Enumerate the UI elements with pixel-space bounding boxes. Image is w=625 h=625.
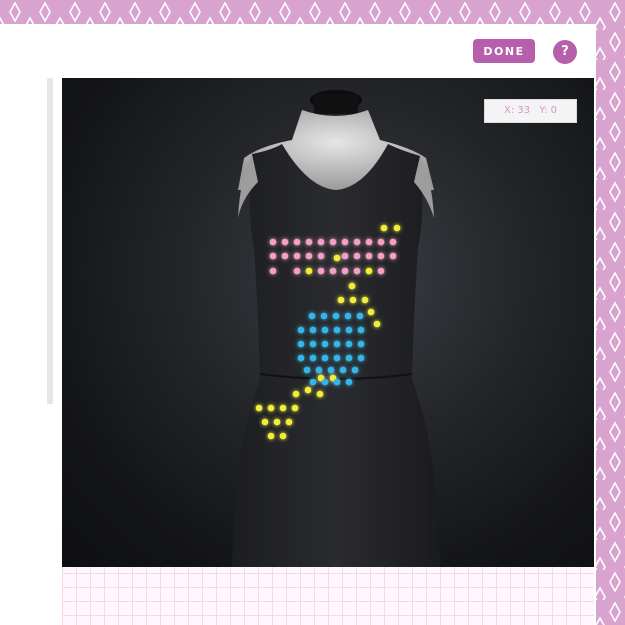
led-dot-yellow: [273, 418, 281, 426]
led-dot-pink: [365, 252, 373, 260]
led-dot-blue: [357, 354, 365, 362]
led-dot-pink: [329, 267, 337, 275]
led-dot-pink: [377, 252, 385, 260]
led-dot-blue: [339, 366, 347, 374]
led-dot-pink: [389, 238, 397, 246]
led-dot-blue: [309, 326, 317, 334]
led-dot-yellow: [305, 267, 313, 275]
led-dot-pink: [305, 238, 313, 246]
led-dot-pink: [317, 267, 325, 275]
led-dot-yellow: [349, 296, 357, 304]
led-dot-blue: [309, 378, 317, 386]
led-dot-blue: [321, 326, 329, 334]
led-dot-blue: [351, 366, 359, 374]
led-dot-blue: [308, 312, 316, 320]
led-dot-pink: [317, 252, 325, 260]
led-dot-pink: [305, 252, 313, 260]
led-dot-blue: [297, 354, 305, 362]
led-dot-blue: [333, 340, 341, 348]
led-dot-blue: [333, 378, 341, 386]
led-dot-pink: [329, 238, 337, 246]
led-dot-pink: [317, 238, 325, 246]
led-dot-blue: [327, 366, 335, 374]
led-dot-yellow: [337, 296, 345, 304]
led-dot-yellow: [279, 404, 287, 412]
coordinate-readout: X: 33 Y: 0: [484, 99, 577, 123]
led-dot-blue: [357, 340, 365, 348]
led-dot-pink: [353, 252, 361, 260]
led-dot-blue: [333, 354, 341, 362]
done-button[interactable]: DONE: [473, 39, 535, 63]
led-dot-pink: [377, 238, 385, 246]
led-dot-blue: [345, 340, 353, 348]
mannequin-icon: [232, 90, 440, 567]
led-dot-pink: [269, 252, 277, 260]
led-dot-blue: [321, 354, 329, 362]
led-dot-blue: [345, 326, 353, 334]
led-dot-blue: [344, 312, 352, 320]
y-coordinate: Y: 0: [539, 105, 557, 116]
led-dot-yellow: [367, 308, 375, 316]
led-dot-blue: [321, 378, 329, 386]
led-dot-yellow: [285, 418, 293, 426]
led-dot-blue: [303, 366, 311, 374]
led-dot-blue: [309, 340, 317, 348]
led-dot-yellow: [393, 224, 401, 232]
x-coordinate: X: 33: [503, 105, 531, 116]
led-dot-yellow: [292, 390, 300, 398]
led-dot-pink: [353, 238, 361, 246]
led-dot-yellow: [255, 404, 263, 412]
led-dot-pink: [341, 252, 349, 260]
led-dot-yellow: [361, 296, 369, 304]
led-dot-yellow: [333, 254, 341, 262]
led-dot-yellow: [267, 432, 275, 440]
led-dot-yellow: [365, 267, 373, 275]
led-dot-pink: [293, 267, 301, 275]
led-dot-blue: [345, 354, 353, 362]
help-icon[interactable]: ?: [553, 40, 577, 64]
led-dot-yellow: [380, 224, 388, 232]
led-dot-blue: [321, 340, 329, 348]
led-dot-pink: [377, 267, 385, 275]
left-panel-scrollbar[interactable]: [47, 78, 53, 404]
led-dot-pink: [269, 238, 277, 246]
led-dot-pink: [269, 267, 277, 275]
led-dot-blue: [309, 354, 317, 362]
led-dot-pink: [281, 238, 289, 246]
dress-preview: [62, 78, 594, 567]
led-dot-yellow: [279, 432, 287, 440]
led-dot-blue: [357, 326, 365, 334]
led-dot-blue: [297, 340, 305, 348]
led-dot-pink: [293, 238, 301, 246]
led-dot-yellow: [348, 282, 356, 290]
led-dot-pink: [365, 238, 373, 246]
right-panel-edge: [594, 78, 596, 625]
led-dot-pink: [281, 252, 289, 260]
scrollbar-thumb[interactable]: [47, 78, 53, 404]
led-dot-blue: [333, 326, 341, 334]
led-grid-editor[interactable]: [62, 567, 594, 625]
led-dot-pink: [293, 252, 301, 260]
led-dot-pink: [389, 252, 397, 260]
led-dot-yellow: [261, 418, 269, 426]
led-dot-pink: [341, 267, 349, 275]
led-dot-blue: [315, 366, 323, 374]
led-dot-yellow: [316, 390, 324, 398]
led-dot-yellow: [373, 320, 381, 328]
led-dot-pink: [341, 238, 349, 246]
led-dot-yellow: [267, 404, 275, 412]
led-dot-blue: [345, 378, 353, 386]
led-dot-pink: [353, 267, 361, 275]
led-dot-blue: [320, 312, 328, 320]
led-dot-yellow: [304, 386, 312, 394]
led-dot-blue: [332, 312, 340, 320]
led-dot-blue: [356, 312, 364, 320]
led-dot-blue: [297, 326, 305, 334]
led-dot-yellow: [291, 404, 299, 412]
